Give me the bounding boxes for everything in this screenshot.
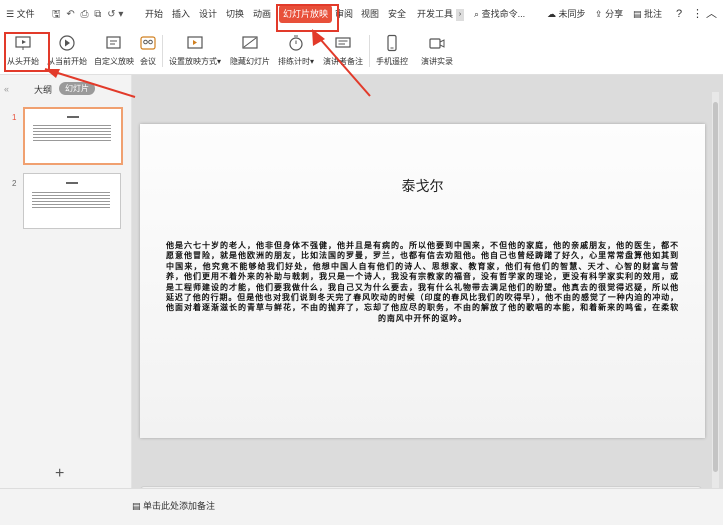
- tab-insert[interactable]: 插入: [172, 0, 190, 29]
- undo-history-icon[interactable]: ↶: [66, 9, 74, 20]
- highlight-box-start: [4, 32, 50, 72]
- ribbon-separator: [162, 35, 163, 67]
- speaker-notes-button[interactable]: 演讲者备注: [321, 29, 365, 74]
- hide-slide-icon: [242, 36, 258, 49]
- cloud-sync-icon: ☁: [547, 9, 556, 19]
- speaker-notes-label: 演讲者备注: [323, 57, 363, 66]
- quick-access-toolbar: 🖫 ↶ ⎙ ⧉ ↺ ▾: [52, 0, 123, 29]
- tab-slides[interactable]: 幻灯片: [59, 82, 95, 95]
- circle-play-icon: [59, 35, 75, 51]
- slides-panel: « 大纲 幻灯片 1 2 +: [0, 75, 132, 488]
- preview-icon[interactable]: ⧉: [94, 9, 101, 20]
- search-icon: ⌕: [474, 9, 480, 19]
- ribbon-separator: [369, 35, 370, 67]
- tab-animation[interactable]: 动画: [253, 0, 271, 29]
- slide-title[interactable]: 泰戈尔: [140, 176, 705, 196]
- search-label: 查找命令...: [481, 9, 526, 19]
- slide-body-text[interactable]: 他是六七十岁的老人，他非但身体不强健，他并且是有病的。所以他要到中国来，不但他的…: [166, 241, 679, 324]
- notes-bar: ▤ 单击此处添加备注: [0, 488, 723, 525]
- notes-placeholder: 单击此处添加备注: [143, 501, 216, 511]
- collapse-ribbon-icon[interactable]: ︿: [706, 0, 717, 29]
- setup-show-icon: [187, 36, 203, 49]
- share-icon: ⇪: [595, 9, 603, 19]
- hamburger-icon: ☰: [6, 9, 15, 19]
- speaker-notes-icon: [335, 37, 351, 48]
- thumb-text-lines: [33, 125, 111, 143]
- tab-design[interactable]: 设计: [199, 0, 217, 29]
- share-button[interactable]: ⇪ 分享: [595, 0, 623, 29]
- search-command[interactable]: ⌕ 查找命令...: [474, 0, 525, 29]
- hide-slide-label: 隐藏幻灯片: [230, 57, 270, 66]
- thumb-text-lines: [32, 192, 110, 210]
- custom-show-button[interactable]: 自定义放映: [93, 29, 135, 74]
- slide-number: 1: [12, 113, 17, 122]
- tab-transition[interactable]: 切换: [226, 0, 244, 29]
- help-button[interactable]: ?: [676, 0, 682, 29]
- meeting-button[interactable]: 会议: [137, 29, 159, 74]
- comment-button[interactable]: ▤ 批注: [633, 0, 662, 29]
- timer-icon: [289, 35, 303, 51]
- slide-thumbnail[interactable]: [23, 173, 121, 229]
- menu-button[interactable]: ☰ 文件: [6, 0, 35, 29]
- slide-canvas[interactable]: 泰戈尔 他是六七十岁的老人，他非但身体不强健，他并且是有病的。所以他要到中国来，…: [140, 124, 705, 438]
- phone-remote-button[interactable]: 手机遥控: [374, 29, 410, 74]
- slide-number: 2: [12, 179, 17, 188]
- thumb-title-line: [66, 182, 78, 184]
- tab-security[interactable]: 安全: [388, 0, 406, 29]
- more-icon[interactable]: ⋮: [692, 0, 703, 29]
- setup-show-button[interactable]: 设置放映方式▾: [167, 29, 223, 74]
- tab-home[interactable]: 开始: [145, 0, 163, 29]
- ribbon-toolbar: 从头开始 从当前开始 自定义放映 会议 设置放映方式▾ 隐藏幻灯片 排练计时▾ …: [0, 29, 723, 75]
- rehearse-timing-label: 排练计时▾: [277, 57, 314, 66]
- sync-button[interactable]: ☁ 未同步: [547, 0, 586, 29]
- undo-icon[interactable]: ↺: [107, 9, 115, 20]
- rehearse-timing-button[interactable]: 排练计时▾: [275, 29, 317, 74]
- print-icon[interactable]: ⎙: [80, 9, 88, 20]
- meeting-icon: [140, 36, 156, 50]
- highlight-box-slideshow-tab: [276, 4, 339, 32]
- sync-label: 未同步: [558, 9, 586, 19]
- share-label: 分享: [605, 9, 624, 19]
- record-lecture-label: 演讲实录: [421, 57, 453, 66]
- play-from-current-button[interactable]: 从当前开始: [44, 29, 90, 74]
- phone-remote-icon: [387, 34, 397, 52]
- file-menu-label: 文件: [16, 9, 35, 19]
- comment-icon: ▤: [633, 9, 642, 19]
- play-from-current-label: 从当前开始: [47, 57, 87, 66]
- vertical-scrollbar-thumb[interactable]: [713, 102, 718, 472]
- save-icon[interactable]: 🖫: [52, 9, 61, 20]
- add-slide-button[interactable]: +: [55, 465, 64, 483]
- hide-slide-button[interactable]: 隐藏幻灯片: [229, 29, 271, 74]
- meeting-label: 会议: [140, 57, 156, 66]
- phone-remote-label: 手机遥控: [376, 57, 408, 66]
- thumb-title-line: [67, 116, 79, 118]
- custom-show-label: 自定义放映: [94, 57, 134, 66]
- slide-thumbnail[interactable]: [23, 107, 123, 165]
- tab-scroll-right-icon[interactable]: ›: [456, 9, 464, 21]
- vertical-scrollbar[interactable]: [712, 92, 719, 488]
- comment-label: 批注: [644, 9, 663, 19]
- tab-view[interactable]: 视图: [361, 0, 379, 29]
- menu-tab-bar: ☰ 文件 🖫 ↶ ⎙ ⧉ ↺ ▾ 开始 插入 设计 切换 动画 幻灯片放映 审阅…: [0, 0, 723, 29]
- custom-show-icon: [106, 36, 121, 49]
- notes-icon: ▤: [132, 501, 141, 511]
- tab-developer[interactable]: 开发工具: [417, 0, 453, 29]
- dropdown-icon[interactable]: ▾: [118, 9, 123, 20]
- setup-show-label: 设置放映方式▾: [168, 57, 221, 66]
- record-icon: [429, 38, 445, 49]
- record-lecture-button[interactable]: 演讲实录: [419, 29, 455, 74]
- collapse-panel-icon[interactable]: «: [4, 84, 9, 94]
- tab-outline[interactable]: 大纲: [34, 83, 52, 96]
- notes-input[interactable]: ▤ 单击此处添加备注: [132, 499, 215, 512]
